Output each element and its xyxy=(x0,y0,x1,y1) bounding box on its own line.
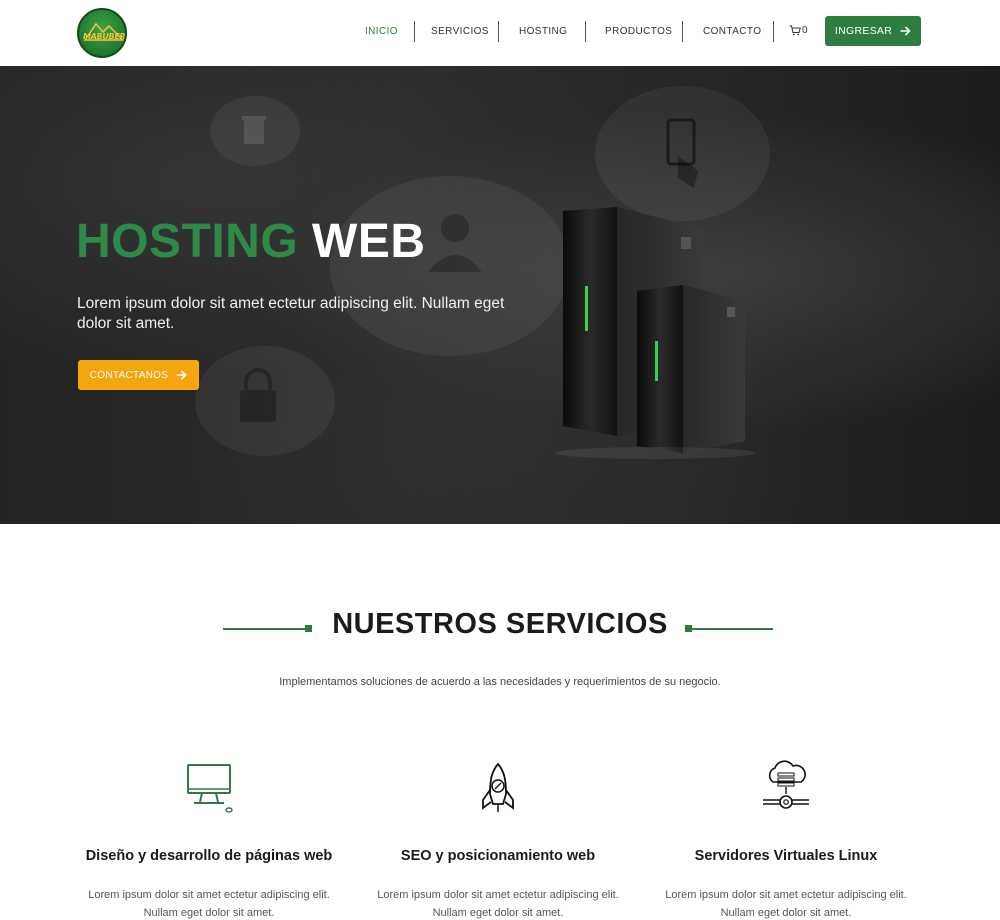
title-decoration-right xyxy=(692,628,773,630)
service-card-linux-vps: Servidores Virtuales Linux Lorem ipsum d… xyxy=(641,760,931,920)
hero-title-green: HOSTING xyxy=(76,215,299,268)
contact-button-label: CONTACTANOS xyxy=(89,369,169,381)
service-description-line: Lorem ipsum dolor sit amet ectetur adipi… xyxy=(377,889,619,901)
server-towers-illustration xyxy=(555,207,755,459)
nav-divider xyxy=(414,21,415,42)
site-header: MABUBER INICIO SERVICIOS HOSTING PRODUCT… xyxy=(0,0,1000,66)
nav-divider xyxy=(682,21,683,42)
nav-item-inicio[interactable]: INICIO xyxy=(365,26,398,37)
contact-button[interactable]: CONTACTANOS xyxy=(78,360,199,390)
cart-icon xyxy=(789,25,801,36)
nav-item-hosting[interactable]: HOSTING xyxy=(519,26,567,37)
login-button[interactable]: INGRESAR xyxy=(825,16,921,46)
nav-divider xyxy=(585,21,586,42)
lock-icon xyxy=(240,368,276,422)
nav-item-productos[interactable]: PRODUCTOS xyxy=(605,26,672,37)
service-title: SEO y posicionamiento web xyxy=(400,848,596,864)
nav-item-servicios[interactable]: SERVICIOS xyxy=(431,26,489,37)
nav-divider xyxy=(773,21,774,42)
service-title: Servidores Virtuales Linux xyxy=(694,848,878,864)
cloud-server-icon xyxy=(763,760,809,809)
service-description-line: Nullam eget dolor sit amet. xyxy=(143,907,275,919)
login-button-label: INGRESAR xyxy=(834,25,893,37)
services-subtitle: Implementamos soluciones de acuerdo a la… xyxy=(279,676,721,688)
service-description: Lorem ipsum dolor sit amet ectetur adipi… xyxy=(64,886,354,920)
service-card-web-design: Diseño y desarrollo de páginas web Lorem… xyxy=(64,760,354,920)
title-decoration-right-square xyxy=(685,625,692,632)
service-title: Diseño y desarrollo de páginas web xyxy=(85,848,333,864)
service-description-line: Nullam eget dolor sit amet. xyxy=(720,907,852,919)
services-title: NUESTROS SERVICIOS xyxy=(332,608,668,640)
arrow-right-icon xyxy=(176,370,187,380)
nav-divider xyxy=(498,21,499,42)
service-card-seo: SEO y posicionamiento web Lorem ipsum do… xyxy=(353,760,643,920)
hero-title: HOSTING WEB xyxy=(76,214,426,269)
main-nav: INICIO SERVICIOS HOSTING PRODUCTOS CONTA… xyxy=(0,0,1000,66)
service-description: Lorem ipsum dolor sit amet ectetur adipi… xyxy=(353,886,643,920)
hero-banner: HOSTING WEB Lorem ipsum dolor sit amet e… xyxy=(0,66,1000,524)
cart-button[interactable]: 0 xyxy=(789,25,808,36)
arrow-right-icon xyxy=(900,26,911,36)
service-description-line: Lorem ipsum dolor sit amet ectetur adipi… xyxy=(665,889,907,901)
service-description-line: Nullam eget dolor sit amet. xyxy=(432,907,564,919)
services-heading: NUESTROS SERVICIOS xyxy=(0,608,1000,641)
user-icon xyxy=(428,214,482,272)
cart-count: 0 xyxy=(802,25,808,36)
hero-title-white: WEB xyxy=(312,215,426,268)
smartphone-icon xyxy=(666,118,698,188)
service-description-line: Lorem ipsum dolor sit amet ectetur adipi… xyxy=(88,889,330,901)
nav-item-contacto[interactable]: CONTACTO xyxy=(703,26,761,37)
rocket-icon xyxy=(482,762,514,812)
monitor-icon xyxy=(187,764,233,813)
service-description: Lorem ipsum dolor sit amet ectetur adipi… xyxy=(641,886,931,920)
hero-text: Lorem ipsum dolor sit amet ectetur adipi… xyxy=(77,295,505,332)
trash-icon xyxy=(242,116,266,144)
